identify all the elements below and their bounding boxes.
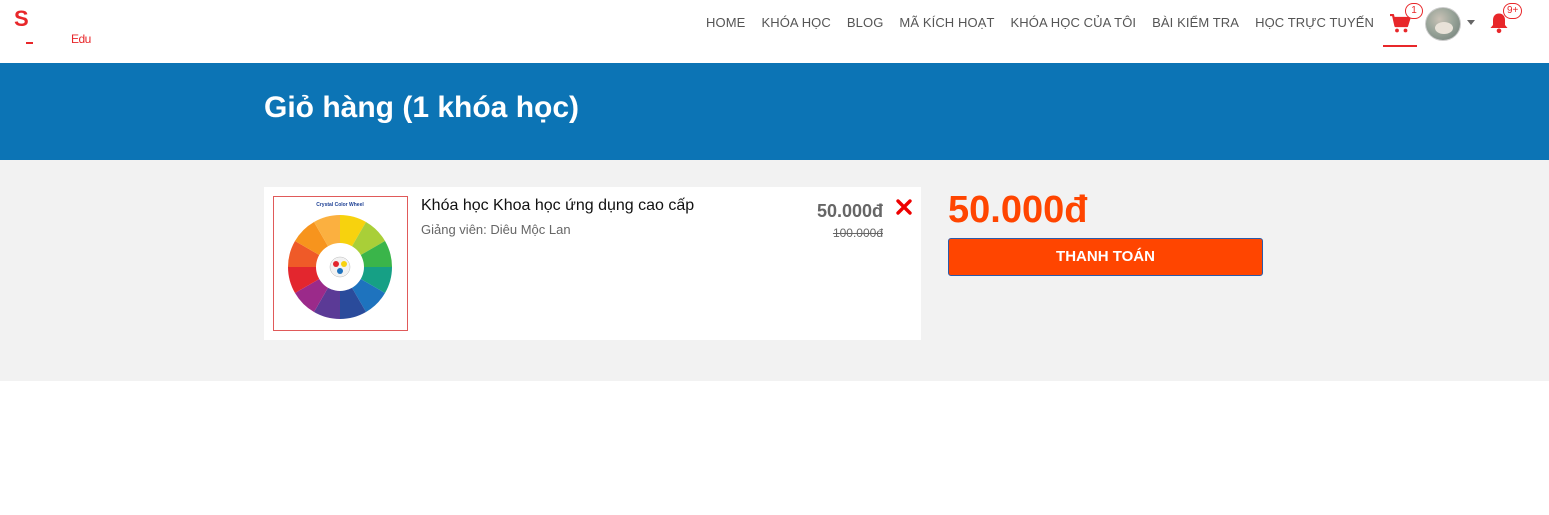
nav-item-home[interactable]: HOME	[706, 15, 745, 30]
logo-brand-suffix: Edu	[71, 32, 91, 46]
site-logo[interactable]: S Edu	[14, 8, 114, 48]
color-wheel-image: Crystal Color Wheel	[288, 202, 392, 319]
cart-item: Crystal Color Wheel Khóa học Khoa học ứn…	[264, 187, 921, 340]
cart-content: Crystal Color Wheel Khóa học Khoa học ứn…	[0, 160, 1549, 381]
thumbnail-title: Crystal Color Wheel	[316, 202, 364, 208]
nav-item-my-courses[interactable]: KHÓA HỌC CỦA TÔI	[1011, 15, 1137, 30]
course-price: 50.000đ	[816, 201, 883, 221]
close-icon	[896, 199, 912, 215]
user-avatar[interactable]	[1425, 7, 1461, 41]
logo-mark: S	[14, 6, 29, 31]
nav-item-tests[interactable]: BÀI KIỂM TRA	[1152, 15, 1239, 30]
course-title[interactable]: Khóa học Khoa học ứng dụng cao cấp	[421, 197, 694, 215]
nav-item-online-learning[interactable]: HỌC TRỰC TUYẾN	[1255, 15, 1374, 30]
notifications-button[interactable]: 9+	[1489, 3, 1523, 40]
course-old-price: 100.000đ	[832, 226, 883, 240]
checkout-button[interactable]: THANH TOÁN	[948, 238, 1263, 276]
cart-active-indicator	[1383, 45, 1417, 47]
course-teacher: Giảng viên: Diêu Mộc Lan	[421, 222, 571, 237]
page-title: Giỏ hàng (1 khóa học)	[264, 91, 580, 124]
nav-item-activation-code[interactable]: MÃ KÍCH HOẠT	[899, 15, 994, 30]
chevron-down-icon[interactable]	[1467, 20, 1475, 25]
page-banner: Giỏ hàng (1 khóa học)	[0, 63, 1549, 160]
main-nav: HOME KHÓA HỌC BLOG MÃ KÍCH HOẠT KHÓA HỌC…	[690, 0, 1374, 44]
cart-total: 50.000đ	[948, 189, 1088, 231]
cart-count-badge: 1	[1405, 3, 1423, 19]
remove-item-button[interactable]	[893, 195, 915, 219]
nav-item-blog[interactable]: BLOG	[847, 15, 884, 30]
nav-item-courses[interactable]: KHÓA HỌC	[761, 15, 830, 30]
logo-dash	[26, 42, 33, 44]
top-header: S Edu HOME KHÓA HỌC BLOG MÃ KÍCH HOẠT KH…	[0, 0, 1549, 63]
course-thumbnail[interactable]: Crystal Color Wheel	[273, 196, 408, 331]
notification-count-badge: 9+	[1503, 3, 1523, 19]
cart-button[interactable]: 1	[1383, 3, 1423, 48]
